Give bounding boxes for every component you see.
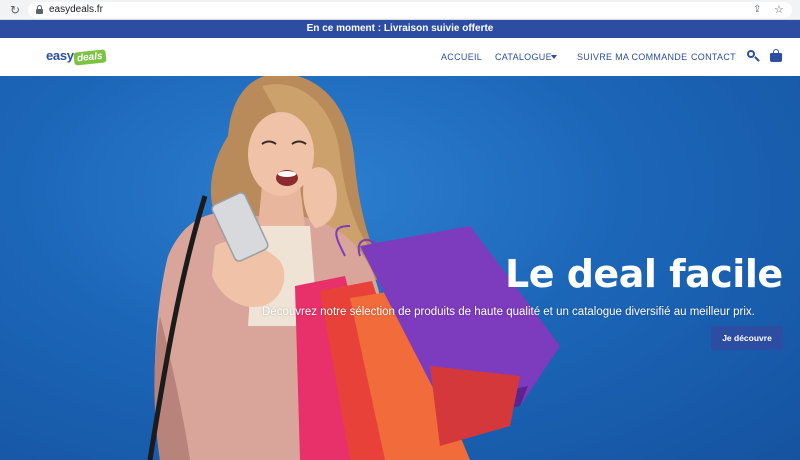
url-text[interactable]: easydeals.fr	[49, 4, 103, 16]
reload-icon[interactable]: ↻	[8, 3, 22, 17]
search-icon[interactable]	[747, 50, 760, 63]
share-icon[interactable]: ⇪	[753, 4, 761, 16]
teeth-shape	[278, 171, 296, 177]
lock-icon[interactable]	[36, 5, 43, 14]
nav-accueil[interactable]: ACCUEIL	[441, 38, 482, 76]
logo-easy-text: easy	[46, 48, 74, 63]
nav-suivre-ma-commande[interactable]: SUIVRE MA COMMANDE	[577, 38, 687, 76]
site-header: easy deals ACCUEIL CATALOGUE SUIVRE MA C…	[0, 38, 800, 76]
bag-icon[interactable]	[770, 49, 782, 63]
hero-banner: Le deal facile ! Découvrez notre sélecti…	[0, 76, 800, 460]
browser-toolbar: ↻ easydeals.fr ⇪ ☆	[0, 0, 800, 20]
nav-contact[interactable]: CONTACT	[691, 38, 736, 76]
nav-catalogue[interactable]: CATALOGUE	[495, 38, 552, 76]
red-bag-front	[430, 366, 520, 446]
hero-subtitle: Découvrez notre sélection de produits de…	[262, 306, 755, 318]
cta-button[interactable]: Je découvre	[711, 326, 783, 350]
star-icon[interactable]: ☆	[774, 3, 784, 16]
announcement-banner: En ce moment : Livraison suivie offerte	[0, 20, 800, 38]
chevron-down-icon[interactable]	[551, 55, 557, 59]
announcement-text: En ce moment : Livraison suivie offerte	[306, 23, 494, 34]
logo-deals-badge: deals	[73, 49, 107, 66]
address-bar[interactable]: easydeals.fr ⇪ ☆	[28, 2, 792, 18]
hero-title: Le deal facile !	[505, 252, 800, 296]
